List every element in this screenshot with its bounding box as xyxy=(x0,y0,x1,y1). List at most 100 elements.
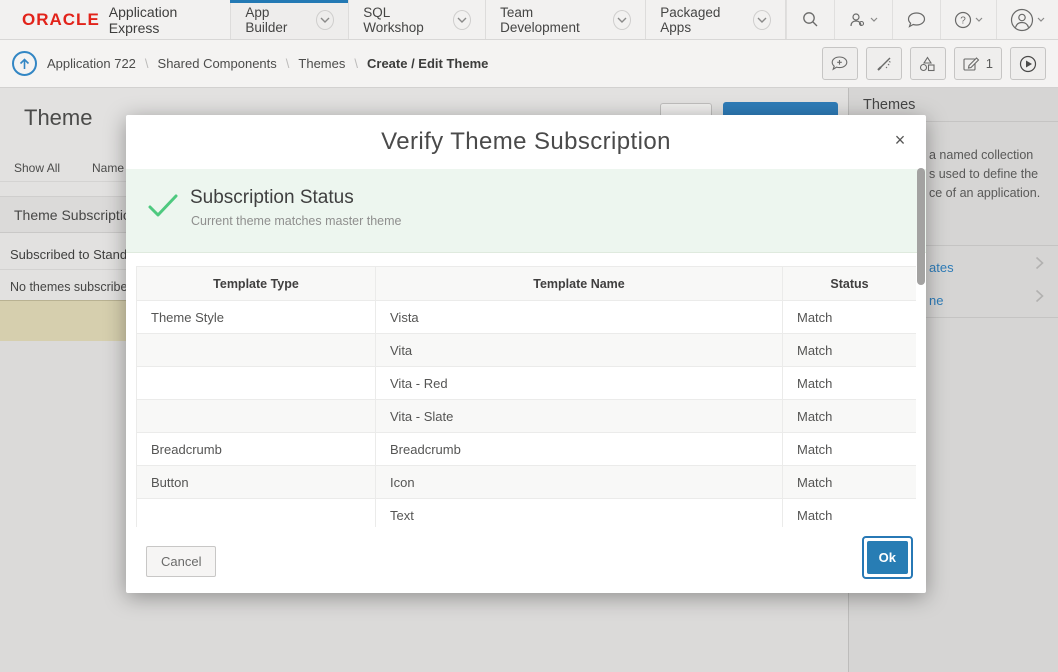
shapes-icon xyxy=(919,56,936,72)
chevron-down-icon[interactable] xyxy=(753,10,771,30)
oracle-logo: ORACLE xyxy=(22,10,100,30)
table-row: Vita Match xyxy=(137,334,917,367)
cell-template-type xyxy=(137,400,376,433)
chevron-down-icon xyxy=(975,17,983,22)
tab-packaged-apps[interactable]: Packaged Apps xyxy=(645,0,786,39)
filter-name[interactable]: Name xyxy=(92,161,124,175)
breadcrumb-separator: \ xyxy=(136,56,158,71)
tab-label: Packaged Apps xyxy=(660,5,745,35)
account-menu-button[interactable] xyxy=(996,0,1058,39)
help-menu-button[interactable]: ? xyxy=(940,0,996,39)
wand-icon xyxy=(876,56,892,72)
cell-template-type xyxy=(137,499,376,528)
breadcrumb-item-application[interactable]: Application 722 xyxy=(47,56,136,71)
table-row: Vita - Red Match xyxy=(137,367,917,400)
cell-template-name: Text xyxy=(376,499,783,528)
status-heading: Subscription Status xyxy=(190,187,354,209)
feedback-bubble-icon xyxy=(907,12,926,28)
topbar-icon-group: ? xyxy=(786,0,1058,39)
svg-text:?: ? xyxy=(960,15,966,26)
ok-button[interactable]: Ok xyxy=(867,541,908,574)
cell-template-type: Breadcrumb xyxy=(137,433,376,466)
tab-label: Team Development xyxy=(500,5,605,35)
col-header-status: Status xyxy=(783,267,917,301)
chevron-down-icon xyxy=(870,17,878,22)
subscription-status-banner: Subscription Status Current theme matche… xyxy=(126,169,926,253)
cell-template-type xyxy=(137,334,376,367)
cell-template-name: Vita xyxy=(376,334,783,367)
cell-template-name: Breadcrumb xyxy=(376,433,783,466)
breadcrumb-item-themes[interactable]: Themes xyxy=(298,56,345,71)
tab-team-development[interactable]: Team Development xyxy=(485,0,645,39)
sidebar-link-theme[interactable]: ne xyxy=(929,293,943,308)
feedback-comment-button[interactable] xyxy=(822,47,858,80)
breadcrumb-separator: \ xyxy=(345,56,367,71)
table-row: Breadcrumb Breadcrumb Match xyxy=(137,433,917,466)
up-level-icon[interactable] xyxy=(12,51,37,76)
search-icon xyxy=(802,11,819,28)
cell-template-name: Icon xyxy=(376,466,783,499)
run-play-icon xyxy=(1019,55,1037,73)
breadcrumb-separator: \ xyxy=(277,56,299,71)
product-name: Application Express xyxy=(109,4,217,36)
cell-template-name: Vista xyxy=(376,301,783,334)
sidebar-title: Themes xyxy=(863,97,915,113)
administration-menu-button[interactable] xyxy=(834,0,892,39)
cancel-button[interactable]: Cancel xyxy=(146,546,216,577)
cell-template-type xyxy=(137,367,376,400)
brand: ORACLE Application Express xyxy=(0,0,216,39)
top-nav-bar: ORACLE Application Express App Builder S… xyxy=(0,0,1058,40)
feedback-button[interactable] xyxy=(892,0,940,39)
dialog-title: Verify Theme Subscription xyxy=(126,115,926,169)
breadcrumb-item-current: Create / Edit Theme xyxy=(367,56,488,71)
close-icon[interactable]: × xyxy=(888,128,912,152)
cell-status: Match xyxy=(783,466,917,499)
cell-template-type: Button xyxy=(137,466,376,499)
col-header-template-name: Template Name xyxy=(376,267,783,301)
section-title: Theme Subscriptio xyxy=(14,207,131,223)
chevron-down-icon[interactable] xyxy=(453,10,471,30)
template-status-table: Template Type Template Name Status Theme… xyxy=(136,266,916,527)
cell-status: Match xyxy=(783,400,917,433)
edit-page-button[interactable]: 1 xyxy=(954,47,1002,80)
subscription-status-text: Subscribed to Standa xyxy=(10,247,134,262)
chevron-down-icon xyxy=(1037,17,1045,22)
dialog-scrollbar[interactable] xyxy=(917,168,925,285)
comment-plus-icon xyxy=(831,56,848,71)
search-button[interactable] xyxy=(786,0,834,39)
chevron-down-icon[interactable] xyxy=(316,10,334,30)
page-title: Theme xyxy=(24,105,92,131)
cell-status: Match xyxy=(783,301,917,334)
admin-user-icon xyxy=(849,12,867,28)
tab-sql-workshop[interactable]: SQL Workshop xyxy=(348,0,485,39)
ok-button-focus-ring: Ok xyxy=(862,536,913,579)
run-application-button[interactable] xyxy=(1010,47,1046,80)
chevron-down-icon[interactable] xyxy=(613,10,631,30)
table-row: Button Icon Match xyxy=(137,466,917,499)
breadcrumb-item-shared-components[interactable]: Shared Components xyxy=(158,56,277,71)
tab-label: SQL Workshop xyxy=(363,5,445,35)
col-header-template-type: Template Type xyxy=(137,267,376,301)
status-message: Current theme matches master theme xyxy=(191,214,402,228)
cell-status: Match xyxy=(783,334,917,367)
cell-template-name: Vita - Red xyxy=(376,367,783,400)
utilities-button[interactable] xyxy=(866,47,902,80)
cell-template-name: Vita - Slate xyxy=(376,400,783,433)
verify-theme-subscription-dialog: Verify Theme Subscription × Subscription… xyxy=(126,115,926,593)
shared-components-button[interactable] xyxy=(910,47,946,80)
no-themes-text: No themes subscribe xyxy=(10,280,127,294)
edit-pencil-icon xyxy=(963,56,980,72)
sidebar-link-templates[interactable]: ates xyxy=(929,260,954,275)
cell-status: Match xyxy=(783,433,917,466)
filter-show-all[interactable]: Show All xyxy=(14,161,60,175)
chevron-right-icon xyxy=(1035,256,1044,270)
sidebar-help-text: a named collection s used to define the … xyxy=(929,146,1053,203)
account-icon xyxy=(1010,8,1034,32)
table-header-row: Template Type Template Name Status xyxy=(137,267,917,301)
table-row: Theme Style Vista Match xyxy=(137,301,917,334)
dialog-footer: Cancel Ok xyxy=(126,527,926,593)
main-tabs: App Builder SQL Workshop Team Developmen… xyxy=(230,0,786,39)
cell-status: Match xyxy=(783,499,917,528)
tab-app-builder[interactable]: App Builder xyxy=(230,0,348,39)
success-check-icon xyxy=(147,193,179,219)
